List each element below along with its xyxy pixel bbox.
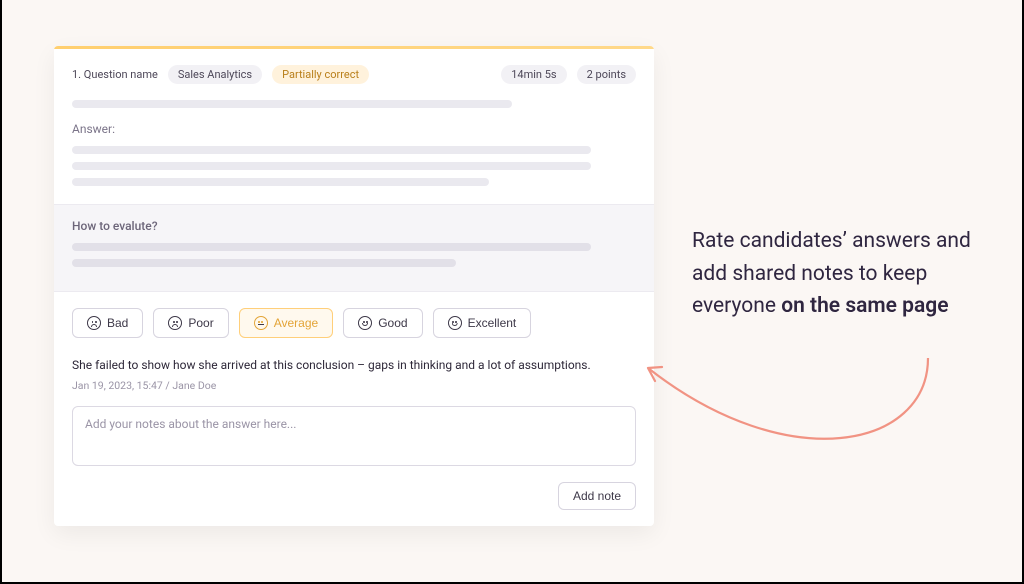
callout-arrow-icon [628, 348, 948, 488]
evaluation-card: 1. Question name Sales Analytics Partial… [54, 46, 654, 526]
question-header-row: 1. Question name Sales Analytics Partial… [72, 65, 636, 84]
rating-label: Poor [188, 316, 213, 330]
question-text-placeholder [72, 100, 636, 108]
status-tag: Partially correct [272, 65, 369, 84]
rating-label: Good [378, 316, 407, 330]
note-text: She failed to show how she arrived at th… [72, 356, 636, 374]
points-tag: 2 points [577, 65, 636, 84]
evaluate-help-placeholder [72, 243, 636, 267]
note-meta: Jan 19, 2023, 15:47 / Jane Doe [72, 379, 636, 392]
existing-note: She failed to show how she arrived at th… [72, 356, 636, 392]
rating-good-button[interactable]: Good [343, 308, 422, 338]
category-tag: Sales Analytics [168, 65, 262, 84]
page-frame: 1. Question name Sales Analytics Partial… [0, 0, 1024, 584]
face-grin-icon [448, 316, 462, 330]
rating-excellent-button[interactable]: Excellent [433, 308, 532, 338]
question-number: 1. Question name [72, 68, 158, 81]
face-neutral-icon [254, 316, 268, 330]
add-note-button[interactable]: Add note [558, 482, 636, 510]
duration-tag: 14min 5s [501, 65, 566, 84]
answer-text-placeholder [72, 146, 636, 186]
callout-text: Rate candidates’ answers and add shared … [692, 225, 982, 323]
answer-label: Answer: [72, 122, 636, 136]
evaluate-panel: How to evalute? [54, 204, 654, 292]
rating-average-button[interactable]: Average [239, 308, 333, 338]
face-slight-sad-icon [168, 316, 182, 330]
rating-label: Bad [107, 316, 128, 330]
note-input[interactable] [72, 406, 636, 466]
rating-row: Bad Poor Average Good Excellent [72, 308, 636, 338]
rating-poor-button[interactable]: Poor [153, 308, 228, 338]
face-happy-icon [358, 316, 372, 330]
callout-bold: on the same page [781, 294, 948, 318]
rating-label: Excellent [468, 316, 517, 330]
evaluate-label: How to evalute? [72, 219, 636, 233]
face-sad-icon [87, 316, 101, 330]
rating-label: Average [274, 316, 318, 330]
rating-bad-button[interactable]: Bad [72, 308, 143, 338]
